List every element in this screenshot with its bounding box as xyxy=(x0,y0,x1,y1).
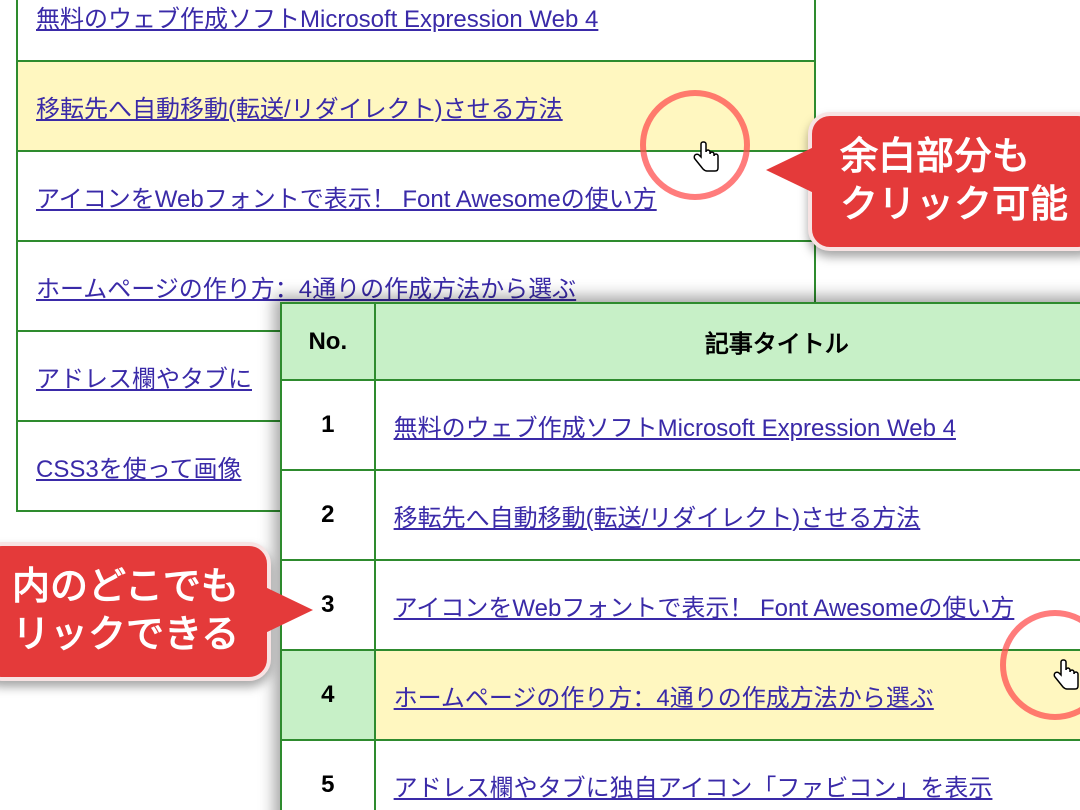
article-link[interactable]: 移転先へ自動移動(転送/リダイレクト)させる方法 xyxy=(394,505,921,532)
table-row[interactable]: 移転先へ自動移動(転送/リダイレクト)させる方法 xyxy=(17,61,815,151)
front-header-no: No. xyxy=(281,303,375,380)
article-link[interactable]: 無料のウェブ作成ソフトMicrosoft Expression Web 4 xyxy=(36,6,598,33)
article-link[interactable]: ホームページの作り方：4通りの作成方法から選ぶ xyxy=(394,685,934,712)
article-title-cell[interactable]: 移転先へ自動移動(転送/リダイレクト)させる方法 xyxy=(17,61,815,151)
article-link[interactable]: アイコンをWebフォントで表示！ Font Awesomeの使い方 xyxy=(394,595,1015,622)
callout-top: 余白部分も クリック可能 xyxy=(808,112,1080,251)
callout-bottom-line2: リックできる xyxy=(12,614,239,656)
article-link[interactable]: 移転先へ自動移動(転送/リダイレクト)させる方法 xyxy=(36,96,563,123)
table-row[interactable]: 2 移転先へ自動移動(転送/リダイレクト)させる方法 xyxy=(281,470,1080,560)
row-number-cell: 2 xyxy=(281,470,375,560)
callout-tail-icon xyxy=(766,146,816,194)
article-title-cell[interactable]: アイコンをWebフォントで表示！ Font Awesomeの使い方 xyxy=(375,560,1080,650)
callout-tail-icon xyxy=(263,586,313,634)
article-title-cell[interactable]: 移転先へ自動移動(転送/リダイレクト)させる方法 xyxy=(375,470,1080,560)
article-title-cell[interactable]: アイコンをWebフォントで表示！ Font Awesomeの使い方 xyxy=(17,151,815,241)
front-table-wrapper: No. 記事タイトル 1 無料のウェブ作成ソフトMicrosoft Express… xyxy=(280,302,1080,810)
table-row[interactable]: 3アイコンをWebフォントで表示！ Font Awesomeの使い方 xyxy=(281,560,1080,650)
callout-top-line2: クリック可能 xyxy=(840,184,1068,226)
article-title-cell[interactable]: ホームページの作り方：4通りの作成方法から選ぶ xyxy=(375,650,1080,740)
table-row[interactable]: 1 無料のウェブ作成ソフトMicrosoft Expression Web 4 xyxy=(281,380,1080,470)
table-row[interactable]: 4 ホームページの作り方：4通りの作成方法から選ぶ xyxy=(281,650,1080,740)
table-row[interactable]: 5 アドレス欄やタブに独自アイコン「ファビコン」を表示 xyxy=(281,740,1080,810)
article-link[interactable]: アドレス欄やタブに独自アイコン「ファビコン」を表示 xyxy=(394,775,993,802)
article-link[interactable]: ホームページの作り方：4通りの作成方法から選ぶ xyxy=(36,276,576,303)
callout-bottom: 内のどこでも リックできる xyxy=(0,542,271,681)
table-row[interactable]: 無料のウェブ作成ソフトMicrosoft Expression Web 4 xyxy=(17,0,815,61)
table-row[interactable]: アイコンをWebフォントで表示！ Font Awesomeの使い方 xyxy=(17,151,815,241)
front-table-body: 1 無料のウェブ作成ソフトMicrosoft Expression Web 4 2移… xyxy=(281,380,1080,810)
article-link[interactable]: 無料のウェブ作成ソフトMicrosoft Expression Web 4 xyxy=(394,415,956,442)
article-title-cell[interactable]: 無料のウェブ作成ソフトMicrosoft Expression Web 4 xyxy=(17,0,815,61)
article-link[interactable]: アドレス欄やタブに xyxy=(36,366,252,393)
callout-bottom-line1: 内のどこでも xyxy=(12,566,239,608)
front-article-table: No. 記事タイトル 1 無料のウェブ作成ソフトMicrosoft Express… xyxy=(280,302,1080,810)
front-header-title: 記事タイトル xyxy=(375,303,1080,380)
row-number-cell: 1 xyxy=(281,380,375,470)
article-link[interactable]: CSS3を使って画像 xyxy=(36,456,242,483)
article-title-cell[interactable]: アドレス欄やタブに独自アイコン「ファビコン」を表示 xyxy=(375,740,1080,810)
row-number-cell: 5 xyxy=(281,740,375,810)
row-number-cell: 4 xyxy=(281,650,375,740)
callout-top-line1: 余白部分も xyxy=(840,136,1030,178)
article-link[interactable]: アイコンをWebフォントで表示！ Font Awesomeの使い方 xyxy=(36,186,657,213)
article-title-cell[interactable]: 無料のウェブ作成ソフトMicrosoft Expression Web 4 xyxy=(375,380,1080,470)
